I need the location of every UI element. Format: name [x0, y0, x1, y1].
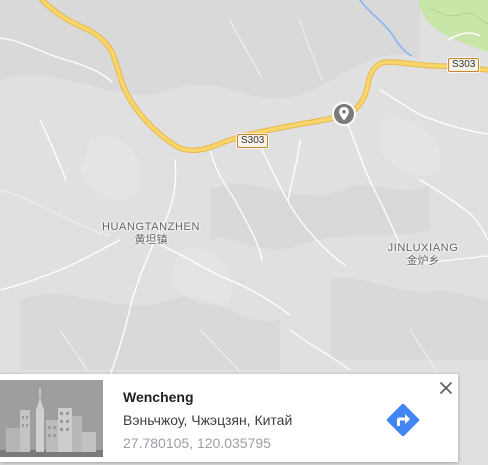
place-title: Wencheng — [123, 389, 194, 405]
place-label-latin: HUANGTANZHEN — [101, 221, 201, 233]
place-thumbnail[interactable] — [0, 380, 103, 457]
place-label-latin: JINLUXIANG — [387, 242, 459, 254]
map-view[interactable]: S303 S303 HUANGTANZHEN 黄坦镇 JINLUXIANG 金炉… — [0, 0, 488, 465]
road-shield-s303: S303 — [448, 58, 480, 72]
directions-button[interactable] — [383, 400, 423, 440]
directions-icon — [386, 403, 420, 437]
close-button[interactable] — [436, 378, 456, 398]
place-label-huangtanzhen: HUANGTANZHEN 黄坦镇 — [96, 221, 206, 246]
place-label-native: 金炉乡 — [406, 253, 440, 267]
place-address: Вэньчжоу, Чжэцзян, Китай — [123, 412, 293, 428]
place-coordinates: 27.780105, 120.035795 — [123, 435, 271, 451]
close-icon — [440, 382, 452, 394]
place-label-native: 黄坦镇 — [134, 232, 168, 246]
place-info-card: Wencheng Вэньчжоу, Чжэцзян, Китай 27.780… — [0, 374, 458, 462]
location-pin-icon[interactable] — [331, 101, 357, 127]
road-shield-s303: S303 — [237, 134, 269, 148]
place-label-jinluxiang: JINLUXIANG 金炉乡 — [380, 242, 466, 267]
